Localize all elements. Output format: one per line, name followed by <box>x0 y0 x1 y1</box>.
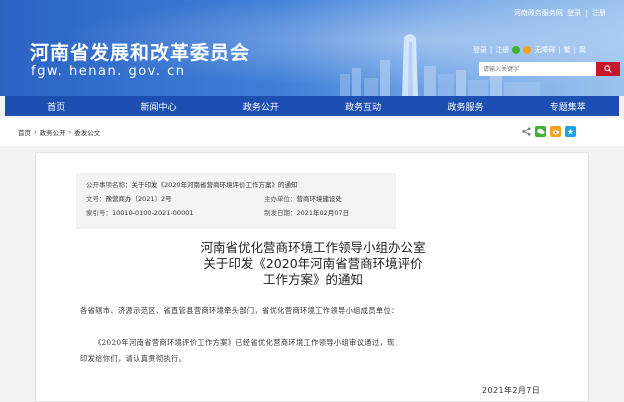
top-register-link[interactable]: 注册 <box>592 9 606 17</box>
share-bar <box>522 126 576 137</box>
breadcrumb-home[interactable]: 首页 <box>18 127 31 137</box>
header-banner: 河南省发展和改革委员会 fgw. henan. gov. cn 河南政务服务网 … <box>0 0 624 96</box>
article-title-line-3: 工作方案》的通知 <box>262 272 363 287</box>
meta-category-label: 公开事项名称： <box>86 181 132 189</box>
simplified-chinese-link[interactable]: 简 <box>579 45 586 55</box>
meta-date: 制发日期：2021年02月07日 <box>264 207 349 217</box>
search-input[interactable] <box>479 62 596 76</box>
meta-doc-no: 文号：豫营商办〔2021〕2号 <box>86 193 172 203</box>
meta-index-value: 10010-0100-2021-00001 <box>112 209 194 217</box>
nav-gov-interaction[interactable]: 政务互动 <box>312 96 414 116</box>
share-icon[interactable] <box>522 127 531 136</box>
breadcrumb-separator: › <box>68 128 72 136</box>
weibo-share-icon[interactable] <box>550 126 561 137</box>
meta-issuer: 主办单位：营商环境建设处 <box>264 193 342 203</box>
main-nav: 首页 新闻中心 政务公开 政务互动 政务服务 专题集萃 <box>5 96 619 116</box>
nav-topics[interactable]: 专题集萃 <box>517 96 619 116</box>
weibo-icon[interactable] <box>523 46 532 54</box>
article-panel: 公开事项名称：关于印发《2020年河南省营商环境评价工作方案》的通知 文号：豫营… <box>35 152 589 402</box>
nav-gov-affairs-open[interactable]: 政务公开 <box>210 96 312 116</box>
breadcrumb: 首页 › 政务公开 › 委发公文 <box>18 127 100 137</box>
search-icon <box>604 65 612 73</box>
nav-home[interactable]: 首页 <box>5 96 107 116</box>
service-portal-link[interactable]: 河南政务服务网 <box>514 9 563 17</box>
qzone-share-icon[interactable] <box>565 126 576 137</box>
breadcrumb-separator: › <box>34 128 37 136</box>
meta-doc-no-label: 文号： <box>86 195 106 203</box>
separator: | <box>489 46 493 54</box>
meta-category-value: 关于印发《2020年河南省营商环境评价工作方案》的通知 <box>131 181 298 189</box>
separator: | <box>558 46 561 54</box>
top-separator: | <box>585 9 588 17</box>
breadcrumb-gov-open[interactable]: 政务公开 <box>40 127 66 137</box>
meta-date-value: 2021年02月07日 <box>296 209 350 217</box>
register-link[interactable]: 注册 <box>495 45 509 55</box>
site-title[interactable]: 河南省发展和改革委员会 <box>30 38 250 65</box>
search-box <box>479 62 620 76</box>
accessibility-bar: 登录 | 注册 无障碍 | 繁 | 简 <box>473 45 586 55</box>
meta-date-label: 制发日期： <box>264 209 297 217</box>
search-button[interactable] <box>596 62 620 76</box>
nav-news[interactable]: 新闻中心 <box>107 96 209 116</box>
meta-issuer-value: 营商环境建设处 <box>296 195 343 203</box>
wechat-icon[interactable] <box>512 46 521 54</box>
salutation-text: 各省辖市、济源示范区、省直管县营商环境牵头部门，省优化营商环境工作领导小组成员单… <box>80 306 399 315</box>
meta-index: 索引号：10010-0100-2021-00001 <box>86 207 193 217</box>
breadcrumb-row: 首页 › 政务公开 › 委发公文 <box>0 118 624 146</box>
separator: | <box>573 46 576 54</box>
nav-gov-services[interactable]: 政务服务 <box>414 96 516 116</box>
meta-category: 公开事项名称：关于印发《2020年河南省营商环境评价工作方案》的通知 <box>86 179 298 189</box>
top-login-link[interactable]: 登录 <box>567 9 581 17</box>
document-meta-box: 公开事项名称：关于印发《2020年河南省营商环境评价工作方案》的通知 文号：豫营… <box>76 173 396 229</box>
document-date: 2021年2月7日 <box>482 386 541 395</box>
meta-issuer-label: 主办单位： <box>264 195 297 203</box>
meta-doc-no-value: 豫营商办〔2021〕2号 <box>105 195 172 203</box>
site-domain: fgw. henan. gov. cn <box>31 64 186 79</box>
breadcrumb-documents[interactable]: 委发公文 <box>74 127 100 137</box>
traditional-chinese-link[interactable]: 繁 <box>564 45 571 55</box>
login-link[interactable]: 登录 <box>473 45 487 55</box>
page: 河南省发展和改革委员会 fgw. henan. gov. cn 河南政务服务网 … <box>0 0 624 402</box>
wechat-share-icon[interactable] <box>535 126 546 137</box>
accessible-link[interactable]: 无障碍 <box>534 45 555 55</box>
paragraph-1-line-1: 《2020年河南省营商环境评价工作方案》已经省优化营商环境工作领导小组审议通过，… <box>94 338 395 347</box>
top-links: 河南政务服务网 登录 | 注册 <box>512 8 606 18</box>
meta-index-label: 索引号： <box>86 209 112 217</box>
paragraph-1-line-2: 印发给你们，请认真贯彻执行。 <box>80 354 187 363</box>
